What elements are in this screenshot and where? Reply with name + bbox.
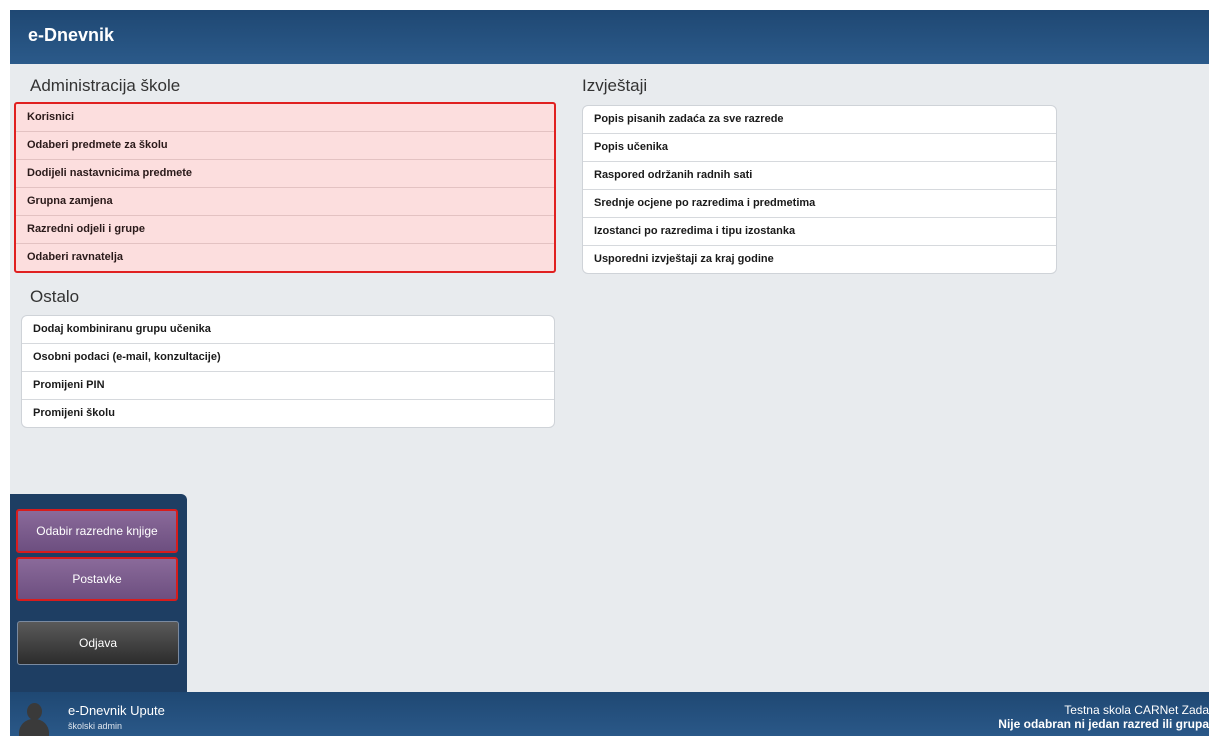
header-bar: e-Dnevnik — [10, 10, 1209, 64]
administracija-title: Administracija škole — [30, 76, 181, 95]
admin-item-odaberi-ravnatelja[interactable]: Odaberi ravnatelja — [16, 243, 554, 271]
izvjestaji-list: Popis pisanih zadaća za sve razrede Popi… — [582, 105, 1057, 274]
admin-item-korisnici[interactable]: Korisnici — [16, 104, 554, 131]
ostalo-item-promijeni-pin[interactable]: Promijeni PIN — [22, 371, 554, 399]
footer-bar: e-Dnevnik Upute školski admin Testna sko… — [10, 692, 1209, 736]
app-title: e-Dnevnik — [28, 25, 115, 45]
ostalo-item-promijeni-skolu[interactable]: Promijeni školu — [22, 399, 554, 427]
user-name[interactable]: e-Dnevnik Upute — [68, 703, 165, 718]
izvjestaj-item-usporedni[interactable]: Usporedni izvještaji za kraj godine — [583, 245, 1056, 273]
admin-item-razredni-odjeli[interactable]: Razredni odjeli i grupe — [16, 215, 554, 243]
administracija-list: Korisnici Odaberi predmete za školu Dodi… — [14, 102, 556, 273]
izvjestaj-item-srednje-ocjene[interactable]: Srednje ocjene po razredima i predmetima — [583, 189, 1056, 217]
izvjestaji-title: Izvještaji — [582, 76, 648, 95]
izvjestaj-item-raspored-sati[interactable]: Raspored održanih radnih sati — [583, 161, 1056, 189]
admin-item-grupna-zamjena[interactable]: Grupna zamjena — [16, 187, 554, 215]
ostalo-list: Dodaj kombiniranu grupu učenika Osobni p… — [21, 315, 555, 428]
postavke-button[interactable]: Postavke — [16, 557, 178, 601]
sidebar-panel: Odabir razredne knjige Postavke Odjava — [10, 494, 187, 694]
app-window: e-Dnevnik Administracija škole Korisnici… — [10, 10, 1209, 736]
odabir-razredne-knjige-button[interactable]: Odabir razredne knjige — [16, 509, 178, 553]
school-name: Testna skola CARNet Zada — [1064, 703, 1209, 717]
avatar-icon — [18, 702, 50, 736]
izvjestaj-item-pisane-zadace[interactable]: Popis pisanih zadaća za sve razrede — [583, 106, 1056, 133]
ostalo-item-osobni-podaci[interactable]: Osobni podaci (e-mail, konzultacije) — [22, 343, 554, 371]
user-role: školski admin — [68, 721, 123, 731]
admin-item-dodijeli-predmete[interactable]: Dodijeli nastavnicima predmete — [16, 159, 554, 187]
ostalo-item-kombinirana-grupa[interactable]: Dodaj kombiniranu grupu učenika — [22, 316, 554, 343]
izvjestaj-item-popis-ucenika[interactable]: Popis učenika — [583, 133, 1056, 161]
odjava-button[interactable]: Odjava — [17, 621, 179, 665]
admin-item-odaberi-predmete[interactable]: Odaberi predmete za školu — [16, 131, 554, 159]
ostalo-title: Ostalo — [30, 287, 80, 306]
class-status: Nije odabran ni jedan razred ili grupa — [998, 717, 1209, 731]
izvjestaj-item-izostanci[interactable]: Izostanci po razredima i tipu izostanka — [583, 217, 1056, 245]
